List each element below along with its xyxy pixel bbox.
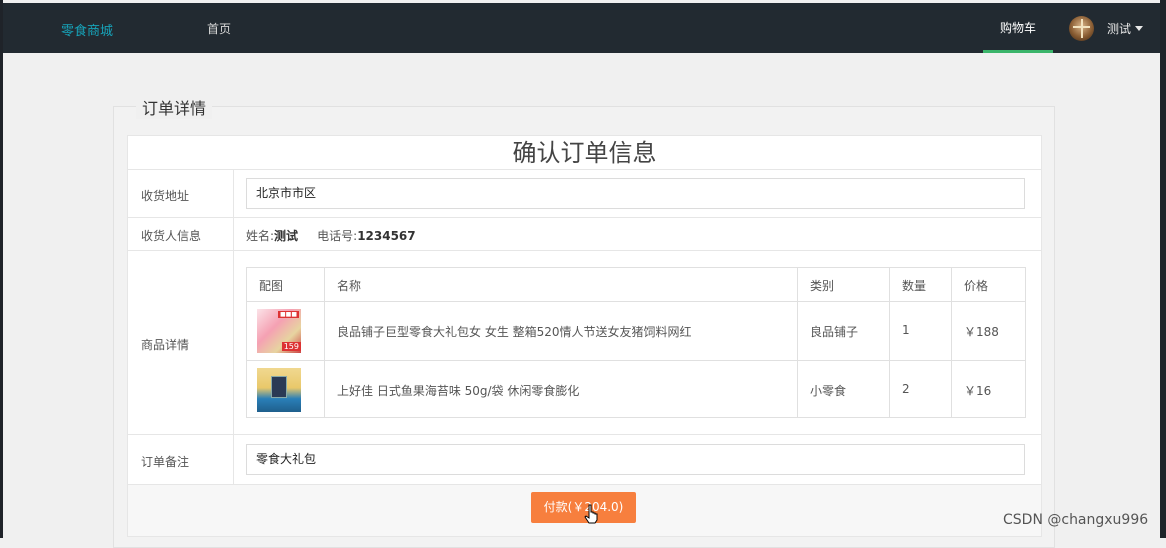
- product-name[interactable]: 上好佳 日式鱼果海苔味 50g/袋 休闲零食膨化: [337, 382, 579, 399]
- product-price: ￥16: [964, 384, 992, 398]
- product-image[interactable]: [257, 368, 301, 412]
- item-image-cell: ■■■ 159: [247, 302, 324, 360]
- active-tab-indicator: [983, 50, 1053, 53]
- header-category: 类别: [810, 279, 835, 293]
- header-cell-price: 价格: [951, 268, 1025, 301]
- window-edge-left: [0, 0, 3, 538]
- page-title: 确认订单信息: [512, 139, 657, 167]
- order-title-row: 确认订单信息: [128, 136, 1041, 169]
- avatar[interactable]: [1069, 16, 1094, 41]
- nav-cart-link[interactable]: 购物车: [983, 3, 1053, 53]
- product-category: 良品铺子: [810, 325, 859, 339]
- product-name[interactable]: 良品铺子巨型零食大礼包女 女生 整箱520情人节送女友猪饲料网红: [337, 323, 692, 340]
- receiver-name: 测试: [274, 229, 299, 243]
- item-name-cell: 上好佳 日式鱼果海苔味 50g/袋 休闲零食膨化: [324, 361, 797, 417]
- goods-label-cell: 商品详情: [128, 251, 234, 435]
- header-qty: 数量: [902, 279, 927, 293]
- product-image[interactable]: ■■■ 159: [257, 309, 301, 353]
- item-qty-cell: 1: [889, 302, 951, 360]
- avatar-image-detail: [1073, 26, 1090, 28]
- header-cell-qty: 数量: [889, 268, 951, 301]
- product-image-pack: [271, 376, 287, 398]
- address-input[interactable]: 北京市市区: [246, 178, 1025, 209]
- receiver-phone: 1234567: [357, 229, 416, 243]
- goods-label: 商品详情: [141, 338, 190, 352]
- hand-cursor-icon: [584, 504, 598, 524]
- item-image-cell: [247, 361, 324, 417]
- product-price: ￥188: [964, 325, 999, 339]
- header-price: 价格: [964, 279, 989, 293]
- avatar-image: [1081, 19, 1083, 38]
- remark-row: 订单备注 零食大礼包: [128, 434, 1041, 485]
- receiver-label: 收货人信息: [141, 229, 202, 243]
- item-price-cell: ￥16: [951, 361, 1025, 417]
- goods-header-row: 配图 名称 类别 数量 价格: [247, 268, 1025, 302]
- order-table: 确认订单信息 收货地址 北京市市区 收货人信息 姓名:测试 电话号:123456…: [127, 135, 1042, 537]
- table-row: ■■■ 159 良品铺子巨型零食大礼包女 女生 整箱520情人节送女友猪饲料网红…: [247, 302, 1025, 361]
- watermark: CSDN @changxu996: [1003, 512, 1149, 528]
- remark-label: 订单备注: [141, 455, 190, 469]
- product-image-badge: ■■■: [277, 311, 299, 318]
- address-label: 收货地址: [141, 189, 190, 203]
- item-name-cell: 良品铺子巨型零食大礼包女 女生 整箱520情人节送女友猪饲料网红: [324, 302, 797, 360]
- product-category: 小零食: [810, 384, 847, 398]
- nav-cart-label: 购物车: [999, 21, 1036, 35]
- receiver-info: 姓名:测试 电话号:1234567: [246, 227, 416, 244]
- item-category-cell: 良品铺子: [797, 302, 889, 360]
- goods-table: 配图 名称 类别 数量 价格 ■■■ 159 良品铺子巨型零食大礼包女 女生 整…: [246, 267, 1026, 418]
- address-label-cell: 收货地址: [128, 170, 234, 218]
- brand-link[interactable]: 零食商城: [61, 20, 113, 39]
- nav-home-link[interactable]: 首页: [207, 20, 231, 37]
- phone-label: 电话号:: [317, 229, 358, 243]
- receiver-label-cell: 收货人信息: [128, 218, 234, 250]
- header-cell-category: 类别: [797, 268, 889, 301]
- header-image: 配图: [259, 279, 284, 293]
- item-category-cell: 小零食: [797, 361, 889, 417]
- remark-label-cell: 订单备注: [128, 435, 234, 485]
- chevron-down-icon[interactable]: [1135, 26, 1143, 31]
- table-row: 上好佳 日式鱼果海苔味 50g/袋 休闲零食膨化 小零食 2 ￥16: [247, 361, 1025, 417]
- top-navbar: 零食商城 首页 购物车 测试: [3, 3, 1160, 53]
- header-cell-name: 名称: [324, 268, 797, 301]
- header-cell-image: 配图: [247, 268, 324, 301]
- fieldset-legend: 订单详情: [136, 95, 213, 119]
- window-edge-right: [1160, 0, 1166, 538]
- remark-input[interactable]: 零食大礼包: [246, 444, 1025, 475]
- product-qty: 2: [902, 382, 910, 396]
- goods-row: 商品详情 配图 名称 类别 数量 价格 ■■■ 159 良品铺子巨型零食大礼包女…: [128, 250, 1041, 435]
- item-qty-cell: 2: [889, 361, 951, 417]
- name-label: 姓名:: [246, 229, 275, 243]
- item-price-cell: ￥188: [951, 302, 1025, 360]
- product-qty: 1: [902, 323, 910, 337]
- header-name: 名称: [337, 279, 362, 293]
- receiver-row: 收货人信息 姓名:测试 电话号:1234567: [128, 217, 1041, 250]
- user-menu-name[interactable]: 测试: [1107, 20, 1131, 37]
- product-image-tag: 159: [281, 342, 301, 351]
- address-row: 收货地址 北京市市区: [128, 169, 1041, 218]
